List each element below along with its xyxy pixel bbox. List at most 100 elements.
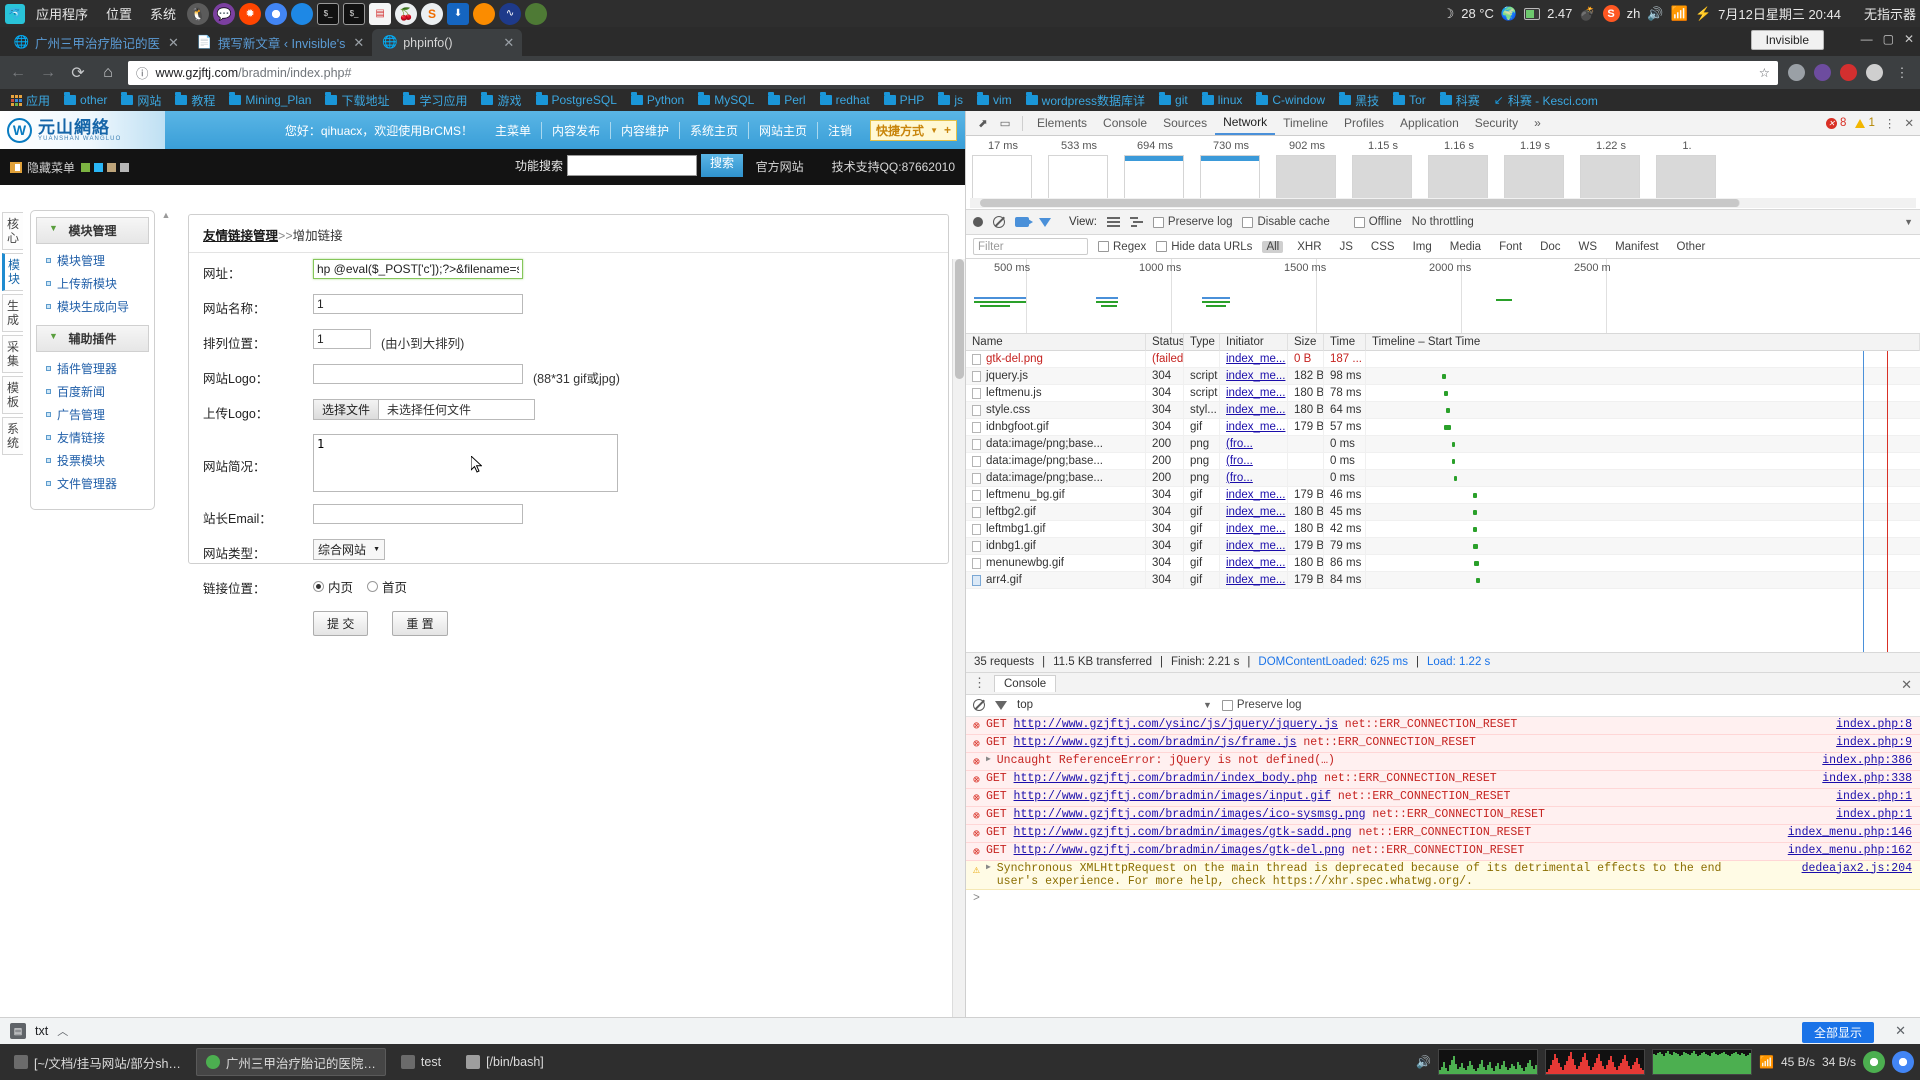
filter-type-css[interactable]: CSS bbox=[1367, 241, 1399, 253]
initiator-link[interactable]: index_me... bbox=[1226, 387, 1285, 399]
request-url[interactable]: http://www.gzjftj.com/ysinc/js/jquery/jq… bbox=[1014, 718, 1338, 731]
filter-type-js[interactable]: JS bbox=[1336, 241, 1357, 253]
warning-count-badge[interactable]: 1 bbox=[1855, 117, 1875, 129]
col-status[interactable]: Status bbox=[1146, 333, 1184, 351]
shortcut-dropdown[interactable]: 快捷方式 ▼ + bbox=[870, 119, 957, 141]
profile-name-pill[interactable]: Invisible bbox=[1750, 30, 1824, 50]
search-button[interactable]: 搜索 bbox=[701, 154, 744, 177]
page-scrollbar[interactable] bbox=[952, 259, 965, 1017]
file-picker[interactable]: 选择文件 未选择任何文件 bbox=[313, 399, 536, 420]
show-all-downloads-button[interactable]: 全部显示 bbox=[1801, 1022, 1874, 1043]
network-request-row[interactable]: style.css 304 styl... index_me... 180 B 64 ms bbox=[966, 401, 1920, 419]
swatch-blue[interactable] bbox=[94, 162, 104, 172]
network-request-row[interactable]: leftmenu_bg.gif 304 gif index_me... 179 B 46 … bbox=[966, 486, 1920, 504]
col-timeline[interactable]: Timeline – Start Time bbox=[1366, 333, 1920, 351]
tab-profiles[interactable]: Profiles bbox=[1336, 111, 1392, 135]
cms-side-tab-2[interactable]: 生成 bbox=[2, 294, 23, 332]
clock[interactable]: 7月12日星期三 20:44 bbox=[1718, 4, 1841, 23]
initiator-link[interactable]: (fro... bbox=[1226, 455, 1253, 467]
view-list-icon[interactable] bbox=[1106, 216, 1120, 228]
site-type-select[interactable]: 综合网站 ▼ bbox=[313, 539, 385, 560]
network-request-row[interactable]: leftmenu.js 304 script index_me... 180 B 78 m… bbox=[966, 384, 1920, 402]
console-source-link[interactable]: index_menu.php:146 bbox=[1788, 826, 1912, 839]
console-entry[interactable]: ⊗ GET http://www.gzjftj.com/bradmin/js/fr… bbox=[966, 734, 1920, 753]
bookmark-vim[interactable]: vim bbox=[970, 92, 1019, 107]
console-entry[interactable]: ⊗ GET http://www.gzjftj.com/ysinc/js/jque… bbox=[966, 716, 1920, 735]
network-overview[interactable]: 500 ms 1000 ms 1500 ms 2000 ms 2500 m bbox=[966, 259, 1920, 334]
initiator-link[interactable]: index_me... bbox=[1226, 574, 1285, 586]
filmstrip-frame-3[interactable]: 730 ms bbox=[1200, 140, 1262, 199]
tab-security[interactable]: Security bbox=[1467, 111, 1526, 135]
reset-button[interactable]: 重 置 bbox=[392, 611, 448, 636]
bookmark-other[interactable]: other bbox=[57, 92, 114, 107]
drawer-menu-icon[interactable]: ⋮ bbox=[973, 676, 986, 689]
bookmark-item5[interactable]: 下载地址 bbox=[318, 92, 396, 109]
record-icon[interactable] bbox=[973, 217, 983, 227]
chrome-icon[interactable] bbox=[265, 2, 288, 25]
info-icon[interactable]: ⓘ bbox=[136, 63, 149, 82]
swatch-tan[interactable] bbox=[107, 162, 117, 172]
terminal2-icon[interactable]: $_ bbox=[343, 2, 366, 25]
console-entry[interactable]: ⊗ GET http://www.gzjftj.com/bradmin/image… bbox=[966, 788, 1920, 807]
bookmark-item20[interactable]: 黑技 bbox=[1332, 92, 1386, 109]
bookmark-item22[interactable]: 科赛 bbox=[1433, 92, 1487, 109]
chrome-launcher-icon[interactable] bbox=[1863, 1051, 1885, 1073]
network-request-row[interactable]: data:image/png;base... 200 png (fro... 0 ms bbox=[966, 435, 1920, 453]
bookmark-python[interactable]: Python bbox=[624, 92, 691, 107]
nav-main-menu[interactable]: 主菜单 bbox=[485, 122, 541, 139]
audacity-icon[interactable]: ∿ bbox=[499, 2, 522, 25]
initiator-link[interactable]: index_me... bbox=[1226, 353, 1285, 365]
swatch-green[interactable] bbox=[81, 162, 91, 172]
initiator-link[interactable]: index_me... bbox=[1226, 540, 1285, 552]
bookmark-mysql[interactable]: MySQL bbox=[691, 92, 761, 107]
chat-icon[interactable]: 💬 bbox=[213, 2, 236, 25]
devtools-settings-icon[interactable]: ⋮ bbox=[1884, 116, 1896, 130]
back-icon[interactable]: ← bbox=[8, 64, 28, 82]
breadcrumb-main[interactable]: 友情链接管理 bbox=[203, 229, 278, 243]
bookmark-item3[interactable]: 教程 bbox=[168, 92, 222, 109]
bookmark-php[interactable]: PHP bbox=[877, 92, 932, 107]
email-input[interactable] bbox=[313, 504, 523, 524]
device-toolbar-icon[interactable]: ▭ bbox=[994, 113, 1016, 133]
address-bar[interactable]: ⓘ www.gzjftj.com/bradmin/index.php# ☆ bbox=[128, 60, 1778, 85]
filter-type-font[interactable]: Font bbox=[1495, 241, 1526, 253]
tab-overflow[interactable]: » bbox=[1526, 111, 1549, 135]
filmstrip-frame-9[interactable]: 1. bbox=[1656, 140, 1718, 199]
filter-type-all[interactable]: All bbox=[1262, 240, 1284, 253]
console-source-link[interactable]: index.php:9 bbox=[1836, 736, 1912, 749]
close-window-icon[interactable]: ✕ bbox=[1904, 32, 1914, 46]
bookmark-postgresql[interactable]: PostgreSQL bbox=[529, 92, 624, 107]
xfce-icon[interactable]: ✹ bbox=[239, 2, 262, 25]
cherrytree-icon[interactable]: 🍒 bbox=[395, 2, 418, 25]
col-size[interactable]: Size bbox=[1288, 333, 1324, 351]
filter-type-manifest[interactable]: Manifest bbox=[1611, 241, 1662, 253]
filter-icon[interactable] bbox=[1039, 217, 1051, 227]
turtle-icon[interactable] bbox=[525, 2, 548, 25]
user-icon[interactable] bbox=[1866, 64, 1883, 81]
order-input[interactable] bbox=[313, 329, 371, 349]
radio-home-page[interactable]: 首页 bbox=[367, 577, 407, 596]
offline-checkbox[interactable]: Offline bbox=[1353, 216, 1402, 228]
filmstrip-frame-7[interactable]: 1.19 s bbox=[1504, 140, 1566, 199]
scrollbar-thumb[interactable] bbox=[955, 259, 964, 379]
bookmark-perl[interactable]: Perl bbox=[761, 92, 812, 107]
request-url[interactable]: http://www.gzjftj.com/bradmin/index_body… bbox=[1014, 772, 1318, 785]
network-request-row[interactable]: data:image/png;base... 200 png (fro... 0 ms bbox=[966, 452, 1920, 470]
initiator-link[interactable]: (fro... bbox=[1226, 438, 1253, 450]
url-input[interactable] bbox=[313, 259, 523, 279]
initiator-link[interactable]: (fro... bbox=[1226, 472, 1253, 484]
bookmark-item2[interactable]: 网站 bbox=[114, 92, 168, 109]
expand-arrow-icon[interactable]: ▶ bbox=[986, 862, 991, 872]
network-request-row[interactable]: idnbgfoot.gif 304 gif index_me... 179 B 57 ms bbox=[966, 418, 1920, 436]
nav-content-maintain[interactable]: 内容维护 bbox=[609, 121, 679, 139]
penguin-icon[interactable]: 🐧 bbox=[187, 2, 210, 25]
filter-type-other[interactable]: Other bbox=[1673, 241, 1710, 253]
reload-icon[interactable]: ⟳ bbox=[68, 63, 88, 83]
bookmark-wordpress[interactable]: wordpress数据库详 bbox=[1019, 92, 1152, 109]
request-url[interactable]: http://www.gzjftj.com/bradmin/images/gtk… bbox=[1014, 826, 1352, 839]
bomb-icon[interactable]: 💣 bbox=[1579, 6, 1595, 22]
menu-applications[interactable]: 应用程序 bbox=[27, 4, 97, 23]
console-entry[interactable]: ⊗ GET http://www.gzjftj.com/bradmin/image… bbox=[966, 824, 1920, 843]
nav-logout[interactable]: 注销 bbox=[817, 121, 862, 139]
logo-input[interactable] bbox=[313, 364, 523, 384]
